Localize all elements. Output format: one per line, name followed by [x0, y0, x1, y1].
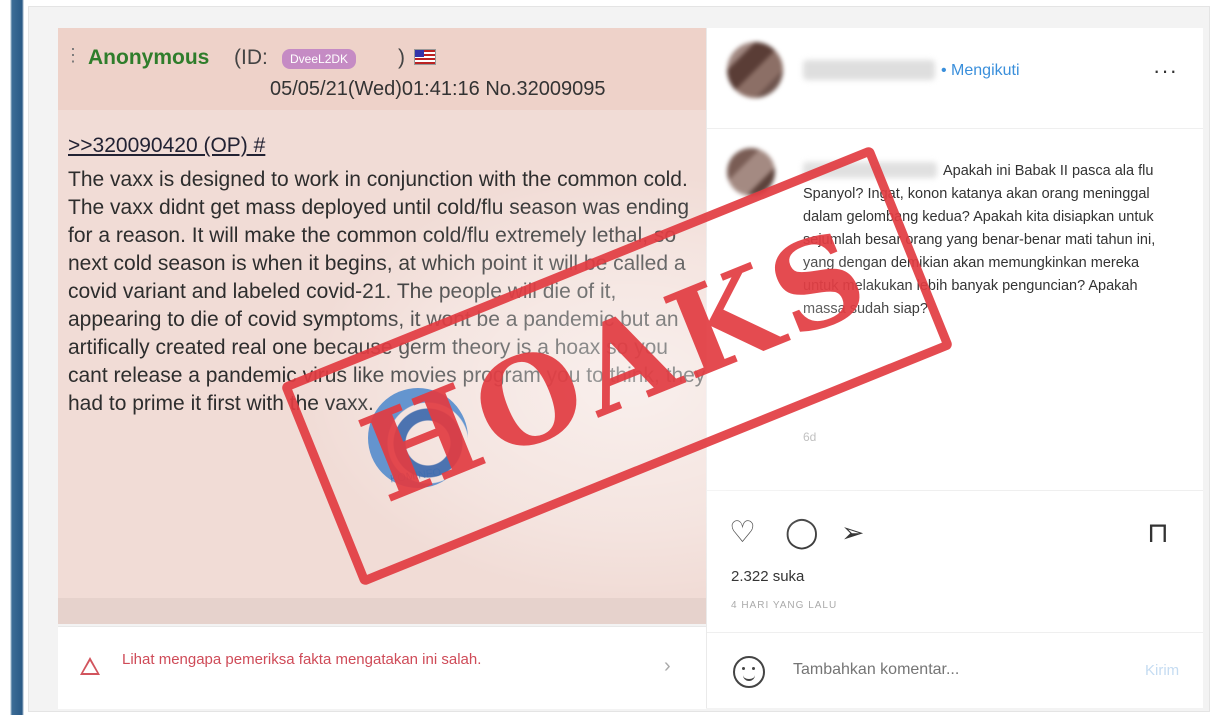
bookmark-icon[interactable]: ⊓ — [1147, 516, 1169, 550]
share-icon[interactable]: ➢ — [841, 516, 864, 550]
post-id-close: ) — [398, 46, 405, 69]
warning-icon — [80, 657, 100, 675]
divider — [707, 490, 1203, 491]
us-flag-icon — [414, 49, 436, 65]
fact-check-text[interactable]: Lihat mengapa pemeriksa fakta mengatakan… — [122, 649, 602, 671]
following-label[interactable]: • Mengikuti — [941, 62, 1020, 80]
comment-age: 6d — [803, 430, 817, 444]
post-time: 4 HARI YANG LALU — [731, 600, 838, 611]
post-comment-button[interactable]: Kirim — [1145, 662, 1179, 679]
more-options-icon[interactable]: ··· — [1153, 58, 1178, 84]
heart-icon[interactable]: ♡ — [729, 516, 756, 550]
fact-check-banner[interactable]: Lihat mengapa pemeriksa fakta mengatakan… — [58, 626, 706, 709]
post-menu-icon[interactable]: ⋮ — [64, 46, 82, 64]
post-author-name: Anonymous — [88, 46, 210, 69]
comment-icon[interactable]: ◯ — [785, 516, 819, 550]
post-id-badge[interactable]: DveeL2DK — [282, 49, 357, 69]
likes-count[interactable]: 2.322 suka — [731, 568, 804, 585]
post-bottom-bar — [58, 598, 706, 624]
divider — [707, 632, 1203, 633]
username-blurred[interactable] — [803, 60, 935, 80]
left-edge-strip — [0, 0, 28, 715]
emoji-icon[interactable] — [733, 656, 765, 688]
chevron-right-icon[interactable]: › — [664, 655, 671, 678]
post-quote-link[interactable]: >>320090420 (OP) # — [68, 134, 706, 158]
post-date: 05/05/21(Wed)01:41:16 No.32009095 — [270, 78, 606, 100]
action-bar: ♡ ◯ ➢ ⊓ — [729, 516, 1179, 550]
post-id-label: (ID: — [234, 46, 268, 69]
comment-input[interactable] — [791, 660, 1095, 680]
post-header: ⋮ Anonymous (ID: DveeL2DK ) 05/05/21(Wed… — [58, 28, 706, 110]
divider — [707, 128, 1203, 129]
avatar[interactable] — [727, 42, 783, 98]
